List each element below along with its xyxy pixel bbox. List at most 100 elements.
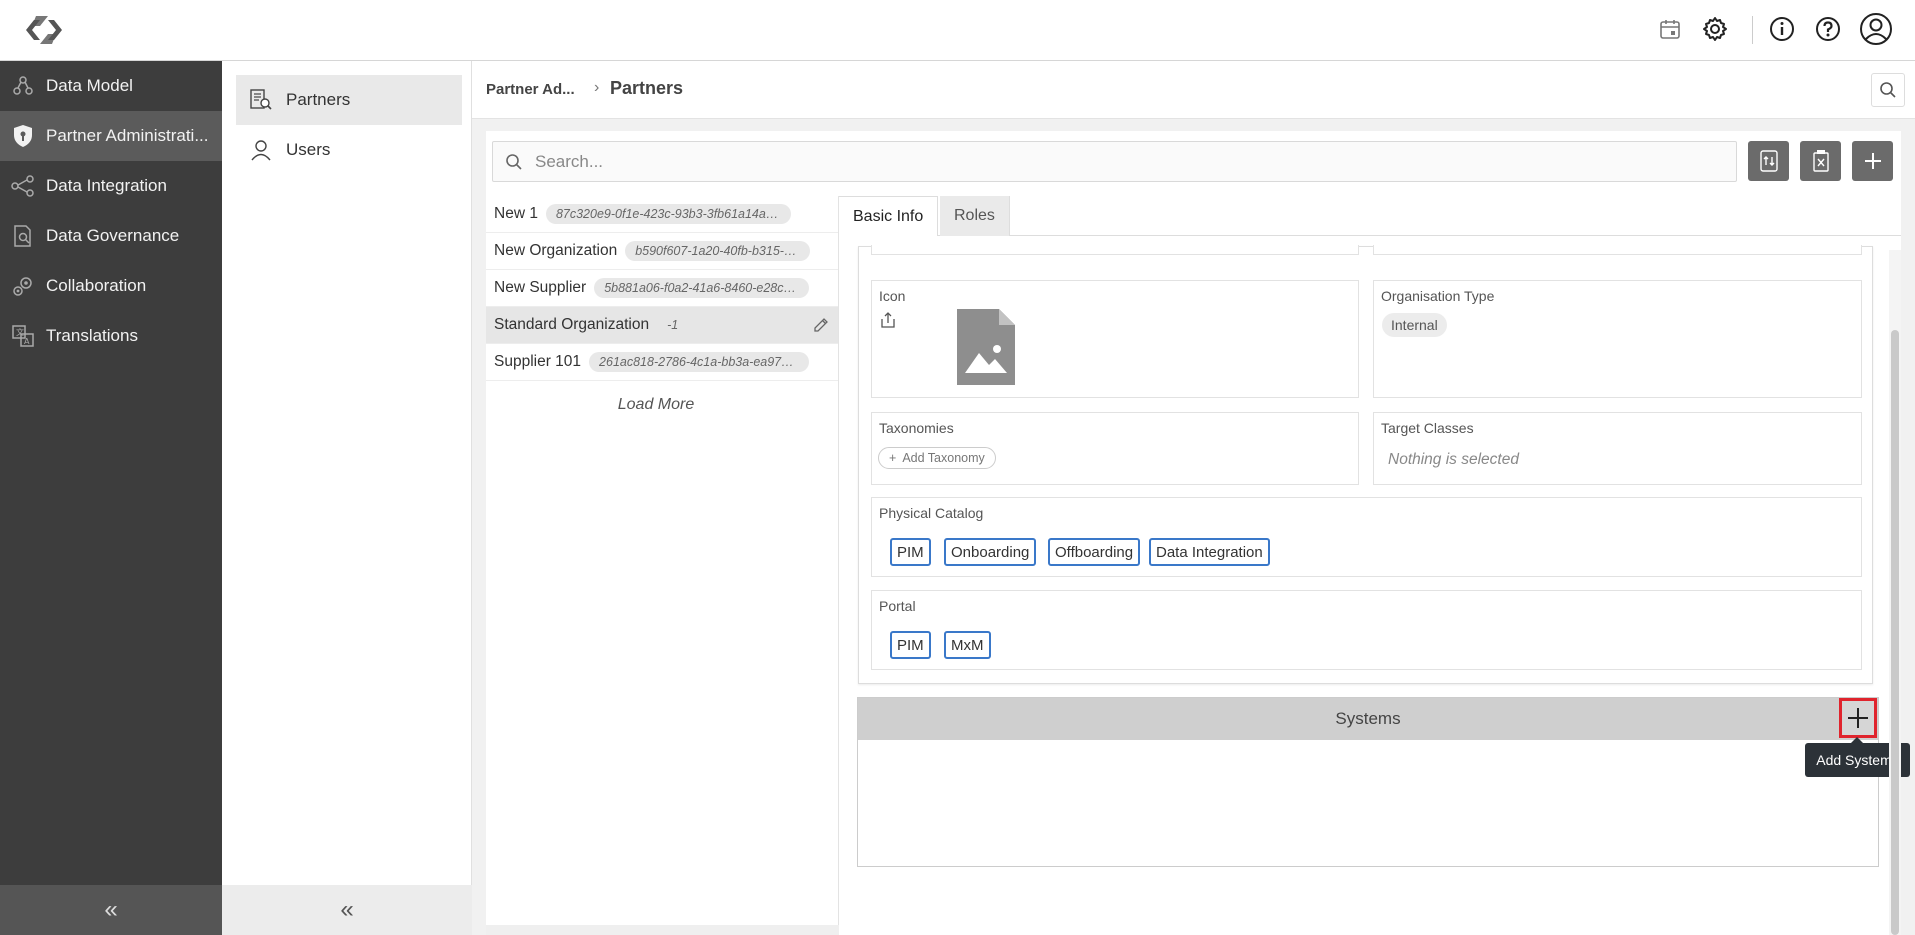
delete-icon	[1812, 150, 1829, 172]
collaboration-icon	[10, 273, 36, 299]
sidebar-item-data-governance[interactable]: Data Governance	[0, 211, 222, 261]
portal-tag-pim[interactable]: PIM	[890, 631, 931, 659]
shield-icon	[10, 123, 36, 149]
plus-icon: +	[889, 451, 897, 465]
partner-name: New 1	[494, 205, 538, 222]
detail-tabs: Basic Info Roles	[839, 196, 1901, 236]
subnav-item-users[interactable]: Users	[236, 125, 462, 175]
governance-icon	[10, 223, 36, 249]
tab-basic-info[interactable]: Basic Info	[839, 196, 939, 236]
field-partial	[1373, 245, 1862, 255]
search-icon	[505, 152, 525, 172]
pencil-icon[interactable]	[812, 316, 830, 334]
partner-name: Supplier 101	[494, 353, 582, 370]
image-placeholder-icon	[957, 309, 1015, 390]
scrollbar-thumb[interactable]	[1891, 330, 1899, 935]
sidebar-item-label: Data Integration	[46, 176, 167, 195]
sidebar-item-data-integration[interactable]: Data Integration	[0, 161, 222, 211]
list-item[interactable]: New Supplier 5b881a06-f0a2-41a6-8460-e28…	[486, 270, 838, 307]
sidebar-item-translations[interactable]: 文A Translations	[0, 311, 222, 361]
gear-icon[interactable]	[1700, 14, 1730, 44]
page-title: Partners	[610, 78, 684, 98]
catalog-tag-offboarding[interactable]: Offboarding	[1048, 538, 1141, 566]
sidebar-item-label: Partner Administrati...	[46, 126, 209, 145]
partner-name: Standard Organization	[494, 316, 650, 333]
taxonomies-field: Taxonomies + Add Taxonomy	[871, 412, 1359, 485]
portal-field: Portal PIM MxM	[871, 590, 1862, 670]
physical-catalog-field: Physical Catalog PIM Onboarding Offboard…	[871, 497, 1862, 577]
field-partial	[871, 245, 1359, 255]
partner-search[interactable]	[492, 141, 1737, 182]
integration-icon	[10, 173, 36, 199]
breadcrumb-parent[interactable]: Partner Ad...	[486, 81, 575, 98]
load-more-button[interactable]: Load More	[486, 396, 826, 414]
upload-icon[interactable]	[880, 311, 896, 334]
user-icon	[248, 137, 274, 163]
calendar-icon[interactable]	[1655, 14, 1685, 44]
header-search-button[interactable]	[1871, 73, 1905, 107]
detail-scrollbar[interactable]	[1889, 250, 1901, 935]
catalog-tag-onboarding[interactable]: Onboarding	[944, 538, 1037, 566]
add-partner-button[interactable]	[1852, 141, 1893, 181]
search-input[interactable]	[535, 151, 1715, 172]
field-label: Organisation Type	[1381, 288, 1495, 304]
sidebar-item-label: Collaboration	[46, 276, 147, 295]
plus-icon	[1864, 153, 1881, 169]
sidebar-item-label: Data Model	[46, 76, 133, 95]
list-item-selected[interactable]: Standard Organization -1	[486, 307, 838, 344]
svg-text:文: 文	[16, 327, 24, 337]
content-header: Partner Ad... › Partners	[472, 61, 1915, 119]
list-item[interactable]: Supplier 101 261ac818-2786-4c1a-bb3a-ea9…	[486, 344, 838, 381]
sync-button[interactable]	[1748, 141, 1789, 181]
portal-tag-mxm[interactable]: MxM	[944, 631, 991, 659]
list-item[interactable]: New Organization b590f607-1a20-40fb-b315…	[486, 233, 838, 270]
user-account-icon[interactable]	[1859, 12, 1893, 46]
delete-button[interactable]	[1800, 141, 1841, 181]
subnav-item-label: Users	[286, 140, 331, 159]
organisation-type-value[interactable]: Internal	[1382, 313, 1447, 337]
partner-id-badge: 5b881a06-f0a2-41a6-8460-e28c7a...	[594, 278, 810, 298]
sidebar-item-collaboration[interactable]: Collaboration	[0, 261, 222, 311]
add-taxonomy-button[interactable]: + Add Taxonomy	[878, 447, 996, 469]
partner-id-badge: b590f607-1a20-40fb-b315-7...	[625, 241, 811, 261]
logo-icon[interactable]	[20, 12, 68, 48]
field-label: Taxonomies	[879, 420, 954, 436]
info-icon[interactable]	[1767, 14, 1797, 44]
breadcrumb-separator: ›	[594, 79, 600, 96]
svg-text:A: A	[24, 337, 30, 346]
help-icon[interactable]	[1813, 14, 1843, 44]
subnav-item-partners[interactable]: Partners	[236, 75, 462, 125]
subnav-collapse-button[interactable]: «	[222, 885, 472, 935]
list-item[interactable]: New 1 87c320e9-0f1e-423c-93b3-3fb61a14a4…	[486, 196, 838, 233]
field-label: Physical Catalog	[879, 505, 984, 521]
systems-title: Systems	[1335, 709, 1401, 728]
sidebar-item-label: Translations	[46, 326, 138, 345]
field-label: Icon	[879, 288, 906, 304]
top-bar	[0, 0, 1915, 61]
partner-id-badge: -1	[667, 318, 679, 332]
sidebar-item-label: Data Governance	[46, 226, 180, 245]
sidebar-item-data-model[interactable]: Data Model	[0, 61, 222, 111]
field-label: Portal	[879, 598, 916, 614]
partner-list: New 1 87c320e9-0f1e-423c-93b3-3fb61a14a4…	[486, 196, 839, 926]
icon-field: Icon	[871, 280, 1359, 398]
sidebar-collapse-button[interactable]: «	[0, 885, 222, 935]
plus-icon	[1848, 708, 1868, 728]
catalog-tag-pim[interactable]: PIM	[890, 538, 931, 566]
partner-name: New Organization	[494, 242, 618, 259]
field-label: Target Classes	[1381, 420, 1474, 436]
translations-icon: 文A	[10, 323, 36, 349]
tab-roles[interactable]: Roles	[940, 196, 1010, 236]
sidebar-item-partner-administration[interactable]: Partner Administrati...	[0, 111, 222, 161]
divider	[1752, 16, 1753, 44]
list-scrollbar[interactable]	[486, 925, 839, 935]
target-classes-field: Target Classes Nothing is selected	[1373, 412, 1862, 485]
catalog-tag-data-integration[interactable]: Data Integration	[1149, 538, 1270, 566]
add-systems-button[interactable]	[1839, 698, 1877, 738]
target-classes-select[interactable]: Nothing is selected	[1388, 451, 1519, 469]
basic-info-form: Icon Organisation Type Internal Taxonomi…	[858, 245, 1873, 684]
partner-name: New Supplier	[494, 279, 587, 296]
add-taxonomy-label: Add Taxonomy	[902, 451, 985, 465]
search-icon	[1880, 82, 1896, 98]
organisation-type-field: Organisation Type Internal	[1373, 280, 1862, 398]
